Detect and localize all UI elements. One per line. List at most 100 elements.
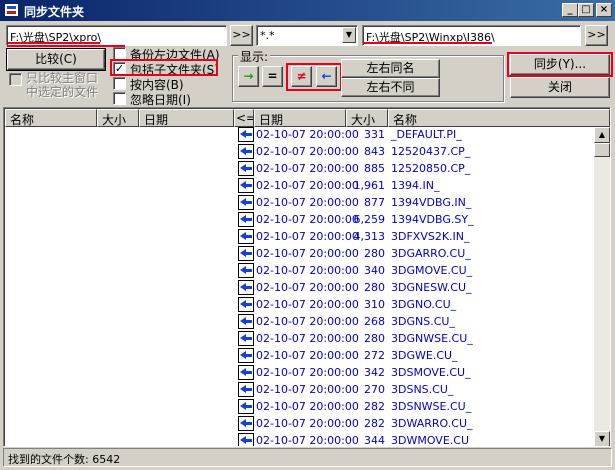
column-left-size[interactable]: 大小	[97, 109, 139, 127]
table-row[interactable]: 02-10-07 20:00:00 340 3DGMOVE.CU_	[5, 263, 595, 280]
column-right-date[interactable]: 日期	[254, 109, 346, 127]
column-left-name[interactable]: 名称	[5, 109, 97, 127]
different-button[interactable]: 左右不同	[341, 78, 440, 97]
table-row[interactable]: 02-10-07 20:00:00 4,313 3DFXVS2K.IN_	[5, 229, 595, 246]
column-direction[interactable]: <=>	[234, 109, 254, 127]
include-subfolders-highlight	[110, 59, 218, 76]
arrow-left-icon	[238, 212, 254, 227]
row-date: 02-10-07 20:00:00	[256, 213, 359, 226]
table-row[interactable]: 02-10-07 20:00:00 344 3DWMOVE.CU	[5, 433, 595, 447]
close-window-button[interactable]: ×	[596, 3, 612, 17]
compare-highlight	[7, 45, 125, 47]
table-row[interactable]: 02-10-07 20:00:00 270 3DSNS.CU_	[5, 382, 595, 399]
row-size: 4,313	[353, 230, 386, 243]
row-size: 1,961	[353, 179, 386, 192]
row-name: 3DWARRO.CU_	[391, 417, 473, 430]
row-name: 3DGNO.CU_	[391, 298, 457, 311]
arrow-left-icon	[238, 246, 254, 261]
arrow-left-icon	[238, 263, 254, 278]
row-date: 02-10-07 20:00:00	[256, 349, 359, 362]
browse-left-button[interactable]: >>	[230, 25, 253, 46]
maximize-button[interactable]: □	[578, 3, 594, 17]
arrow-left-icon	[238, 331, 254, 346]
only-selected-checkbox[interactable]	[9, 73, 22, 86]
table-row[interactable]: 02-10-07 20:00:00 268 3DGNS.CU_	[5, 314, 595, 331]
only-selected-label: 只比较主窗口 中选定的文件	[26, 71, 99, 99]
scroll-down-button[interactable]: ▼	[594, 431, 610, 446]
table-row[interactable]: 02-10-07 20:00:00 877 1394VDBG.IN_	[5, 195, 595, 212]
arrow-left-icon	[238, 229, 254, 244]
arrow-left-icon	[238, 178, 254, 193]
table-row[interactable]: 02-10-07 20:00:00 282 3DSNWSE.CU_	[5, 399, 595, 416]
scroll-thumb[interactable]	[594, 143, 610, 157]
row-date: 02-10-07 20:00:00	[256, 128, 359, 141]
vertical-scrollbar[interactable]: ▲ ▼	[594, 127, 610, 446]
arrow-right-icon: →	[243, 69, 254, 83]
row-date: 02-10-07 20:00:00	[256, 264, 359, 277]
row-name: 1394.IN_	[391, 179, 440, 192]
row-date: 02-10-07 20:00:00	[256, 383, 359, 396]
row-name: 3DSNWSE.CU_	[391, 400, 472, 413]
row-size: 342	[364, 366, 385, 379]
table-row[interactable]: 02-10-07 20:00:00 272 3DGWE.CU_	[5, 348, 595, 365]
row-size: 6,259	[353, 213, 386, 226]
browse-right-button[interactable]: >>	[585, 25, 608, 46]
table-row[interactable]: 02-10-07 20:00:00 280 3DGNWSE.CU_	[5, 331, 595, 348]
arrow-left-icon	[238, 348, 254, 363]
row-date: 02-10-07 20:00:00	[256, 417, 359, 430]
show-equal-button[interactable]: =	[262, 66, 283, 87]
table-row[interactable]: 02-10-07 20:00:00 342 3DSMOVE.CU_	[5, 365, 595, 382]
row-name: 3DSNS.CU_	[391, 383, 454, 396]
arrow-left-icon	[238, 433, 254, 446]
column-left-date[interactable]: 日期	[139, 109, 234, 127]
table-row[interactable]: 02-10-07 20:00:00 885 12520850.CP_	[5, 161, 595, 178]
row-size: 331	[364, 128, 385, 141]
row-name: 3DGMOVE.CU_	[391, 264, 473, 277]
scroll-up-button[interactable]: ▲	[594, 127, 610, 143]
equal-icon: =	[267, 69, 278, 83]
arrow-left-icon	[238, 127, 254, 142]
row-date: 02-10-07 20:00:00	[256, 434, 359, 447]
table-row[interactable]: 02-10-07 20:00:00 280 3DGARRO.CU_	[5, 246, 595, 263]
table-row[interactable]: 02-10-07 20:00:00 280 3DGNESW.CU_	[5, 280, 595, 297]
minimize-button[interactable]: _	[562, 3, 578, 17]
ignore-date-label: 忽略日期(I)	[130, 93, 191, 107]
table-row[interactable]: 02-10-07 20:00:00 1,961 1394.IN_	[5, 178, 595, 195]
column-right-size[interactable]: 大小	[346, 109, 388, 127]
chevron-down-icon[interactable]: ▼	[342, 27, 356, 43]
title-bar: 同步文件夹 _ □ ×	[0, 0, 615, 21]
row-date: 02-10-07 20:00:00	[256, 366, 359, 379]
table-row[interactable]: 02-10-07 20:00:00 310 3DGNO.CU_	[5, 297, 595, 314]
row-name: 3DGNS.CU_	[391, 315, 455, 328]
arrow-left-icon	[238, 314, 254, 329]
row-size: 282	[364, 417, 385, 430]
display-label: 显示:	[238, 48, 271, 65]
row-date: 02-10-07 20:00:00	[256, 162, 359, 175]
table-row[interactable]: 02-10-07 20:00:00 843 12520437.CP_	[5, 144, 595, 161]
arrow-left-icon	[238, 382, 254, 397]
column-right-name[interactable]: 名称	[388, 109, 610, 127]
same-name-button[interactable]: 左右同名	[341, 59, 440, 78]
file-list[interactable]: 名称 大小 日期 <=> 日期 大小 名称 02-10-07 20:00:00 3…	[3, 107, 611, 447]
row-name: 3DSMOVE.CU_	[391, 366, 471, 379]
ignore-date-checkbox[interactable]	[113, 92, 126, 105]
table-row[interactable]: 02-10-07 20:00:00 282 3DWARRO.CU_	[5, 416, 595, 433]
table-row[interactable]: 02-10-07 20:00:00 331 _DEFAULT.PI_	[5, 127, 595, 144]
sync-highlight	[507, 52, 613, 77]
row-date: 02-10-07 20:00:00	[256, 298, 359, 311]
filter-select[interactable]: *.* ▼	[256, 25, 358, 46]
row-size: 310	[364, 298, 385, 311]
table-row[interactable]: 02-10-07 20:00:00 6,259 1394VDBG.SY_	[5, 212, 595, 229]
row-size: 340	[364, 264, 385, 277]
close-button[interactable]: 关闭	[510, 77, 610, 98]
by-content-checkbox[interactable]	[113, 77, 126, 90]
row-size: 270	[364, 383, 385, 396]
show-right-arrow-button[interactable]: →	[238, 66, 259, 87]
row-name: 3DGARRO.CU_	[391, 247, 471, 260]
row-size: 344	[364, 434, 385, 447]
row-date: 02-10-07 20:00:00	[256, 230, 359, 243]
arrow-left-icon	[238, 416, 254, 431]
row-date: 02-10-07 20:00:00	[256, 179, 359, 192]
compare-button[interactable]: 比较(C)	[7, 49, 105, 70]
row-date: 02-10-07 20:00:00	[256, 315, 359, 328]
